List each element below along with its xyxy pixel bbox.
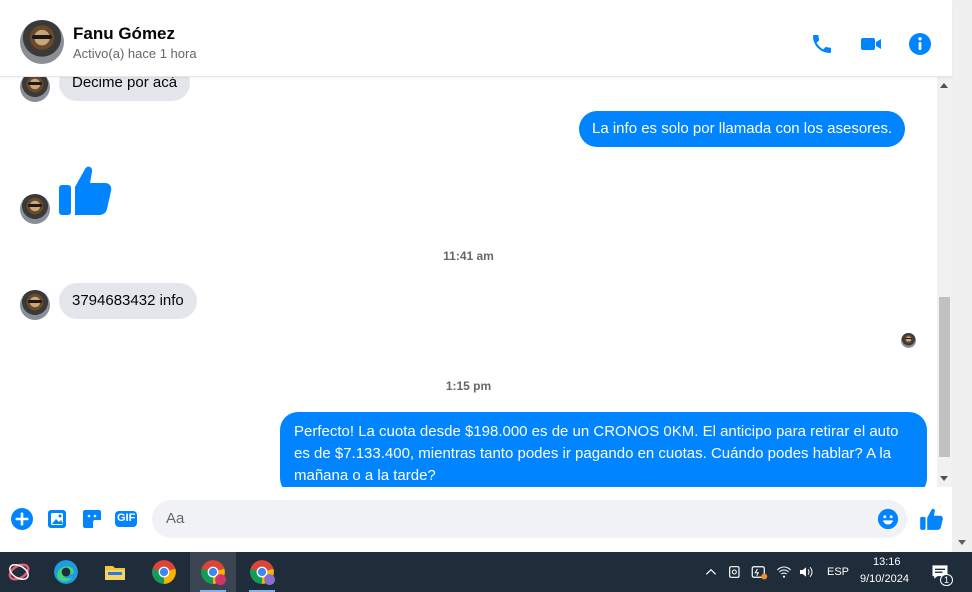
wifi-icon[interactable] xyxy=(776,564,792,580)
message-input-placeholder: Aa xyxy=(166,510,185,527)
taskbar-chrome-profile[interactable] xyxy=(239,552,285,592)
clock-date[interactable]: 9/10/2024 xyxy=(860,573,909,585)
message-list[interactable]: Decime por acá La info es solo por llama… xyxy=(0,77,937,487)
start-button[interactable] xyxy=(0,552,46,592)
taskbar-file-explorer[interactable] xyxy=(92,552,138,592)
windows-taskbar: ESP 13:16 9/10/2024 1 xyxy=(0,552,972,592)
timestamp-divider: 11:41 am xyxy=(443,249,494,263)
window-edge xyxy=(952,0,972,552)
message-avatar xyxy=(20,290,50,320)
taskbar-chrome-profile-active[interactable] xyxy=(190,552,236,592)
chat-header: Fanu Gómez Activo(a) hace 1 hora xyxy=(0,8,952,77)
video-call-icon[interactable] xyxy=(859,32,883,56)
timestamp-divider: 1:15 pm xyxy=(445,379,492,393)
message-avatar xyxy=(20,194,50,224)
incoming-message[interactable]: 3794683432 info xyxy=(59,283,197,319)
chrome-icon xyxy=(152,560,176,584)
edge-browser-icon xyxy=(54,560,78,584)
meet-now-icon[interactable] xyxy=(727,564,743,580)
scroll-up-arrow-icon[interactable] xyxy=(940,83,948,88)
clock-time[interactable]: 13:16 xyxy=(873,556,901,568)
sticker-icon[interactable] xyxy=(80,507,104,531)
chrome-profile-icon xyxy=(201,560,226,585)
photo-gallery-icon[interactable] xyxy=(46,507,70,531)
taskbar-chrome[interactable] xyxy=(141,552,187,592)
scroll-down-arrow-icon[interactable] xyxy=(940,476,948,481)
start-swirl-icon xyxy=(8,563,30,581)
gif-label: GIF xyxy=(117,512,136,524)
emoji-icon[interactable] xyxy=(877,508,899,530)
messenger-window: Fanu Gómez Activo(a) hace 1 hora Decime … xyxy=(0,0,972,592)
battery-saver-icon[interactable] xyxy=(750,563,768,581)
contact-status: Activo(a) hace 1 hora xyxy=(73,46,197,61)
message-avatar xyxy=(20,77,50,102)
incoming-message[interactable]: Decime por acá xyxy=(59,77,191,101)
message-input[interactable]: Aa xyxy=(152,500,907,538)
page-scroll-down-icon[interactable] xyxy=(958,540,966,545)
scrollbar-thumb[interactable] xyxy=(939,297,950,457)
info-icon[interactable] xyxy=(908,32,932,56)
phone-call-icon[interactable] xyxy=(810,32,834,56)
input-language[interactable]: ESP xyxy=(827,566,849,578)
contact-avatar[interactable] xyxy=(20,20,64,64)
notification-count-badge: 1 xyxy=(940,574,954,586)
like-sticker-icon[interactable] xyxy=(57,163,113,219)
folder-icon xyxy=(105,566,125,580)
taskbar-edge[interactable] xyxy=(43,552,89,592)
chevron-up-icon[interactable] xyxy=(704,565,718,579)
message-composer: GIF Aa xyxy=(0,487,952,552)
volume-icon[interactable] xyxy=(798,564,814,580)
gif-button[interactable]: GIF xyxy=(114,507,138,531)
plus-circle-icon[interactable] xyxy=(10,507,34,531)
contact-name[interactable]: Fanu Gómez xyxy=(73,24,175,44)
send-like-icon[interactable] xyxy=(918,506,944,532)
outgoing-message[interactable]: La info es solo por llamada con los ases… xyxy=(579,111,906,147)
seen-receipt-avatar xyxy=(901,333,916,348)
outgoing-message[interactable]: Perfecto! La cuota desde $198.000 es de … xyxy=(280,412,927,487)
chat-scrollbar[interactable] xyxy=(937,77,952,487)
chrome-profile-icon xyxy=(250,560,275,585)
